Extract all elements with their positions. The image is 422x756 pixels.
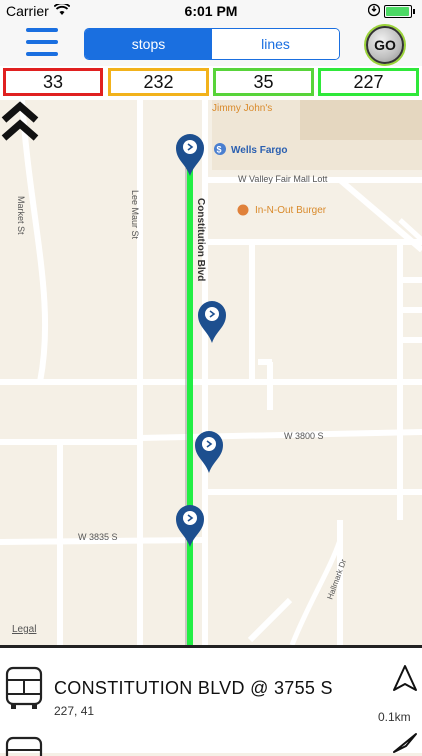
- route-chip-33[interactable]: 33: [3, 68, 103, 96]
- street-w3800: W 3800 S: [284, 431, 324, 441]
- go-button[interactable]: GO: [366, 26, 404, 64]
- clock: 6:01 PM: [184, 3, 238, 19]
- expand-chevron-icon[interactable]: [0, 100, 40, 144]
- street-valley-fair: W Valley Fair Mall Lott: [238, 174, 328, 184]
- street-market: Market St: [16, 196, 26, 235]
- svg-text:$: $: [217, 145, 222, 155]
- navigation-arrow-icon[interactable]: [392, 732, 418, 754]
- route-chip-232[interactable]: 232: [108, 68, 209, 96]
- stop-pin[interactable]: [176, 134, 204, 176]
- stop-name: CONSTITUTION BLVD @ 3755 S: [54, 678, 333, 698]
- poi-jimmy-johns[interactable]: Jimmy John's: [212, 103, 272, 114]
- stop-pin[interactable]: [195, 431, 223, 473]
- street-constitution: Constitution Blvd: [195, 198, 206, 281]
- street-lee-maur: Lee Maur St: [130, 190, 140, 240]
- status-bar: Carrier 6:01 PM: [0, 0, 422, 22]
- restaurant-icon: [237, 204, 249, 216]
- poi-in-n-out[interactable]: In-N-Out Burger: [255, 205, 327, 216]
- route-bar: 33 232 35 227: [0, 66, 422, 100]
- list-item[interactable]: CONSTITUTION BLVD @ 3755 S 227, 41 0.1km: [0, 648, 422, 730]
- nav-bar: stops lines GO: [0, 22, 422, 66]
- tab-stops[interactable]: stops: [85, 29, 212, 59]
- route-chip-227[interactable]: 227: [318, 68, 419, 96]
- navigation-arrow-icon[interactable]: [392, 664, 418, 692]
- stop-list-panel: CONSTITUTION BLVD @ 3755 S 227, 41 0.1km: [0, 645, 422, 756]
- stop-routes: 227, 41: [54, 704, 95, 718]
- stop-distance: 0.1km: [378, 710, 411, 724]
- battery-icon: [384, 5, 415, 18]
- map-canvas: Jimmy John's $ Wells Fargo W Valley Fair…: [0, 100, 422, 645]
- poi-wells-fargo[interactable]: Wells Fargo: [231, 145, 288, 156]
- map-view[interactable]: Jimmy John's $ Wells Fargo W Valley Fair…: [0, 100, 422, 645]
- stops-lines-toggle[interactable]: stops lines: [84, 28, 340, 60]
- tab-lines[interactable]: lines: [212, 29, 339, 59]
- street-w3835: W 3835 S: [78, 532, 118, 542]
- map-legal-link[interactable]: Legal: [12, 624, 36, 635]
- menu-icon[interactable]: [26, 28, 58, 58]
- route-chip-35[interactable]: 35: [213, 68, 314, 96]
- bus-icon: [5, 736, 43, 756]
- charging-icon: [367, 3, 381, 20]
- bus-icon: [5, 666, 43, 709]
